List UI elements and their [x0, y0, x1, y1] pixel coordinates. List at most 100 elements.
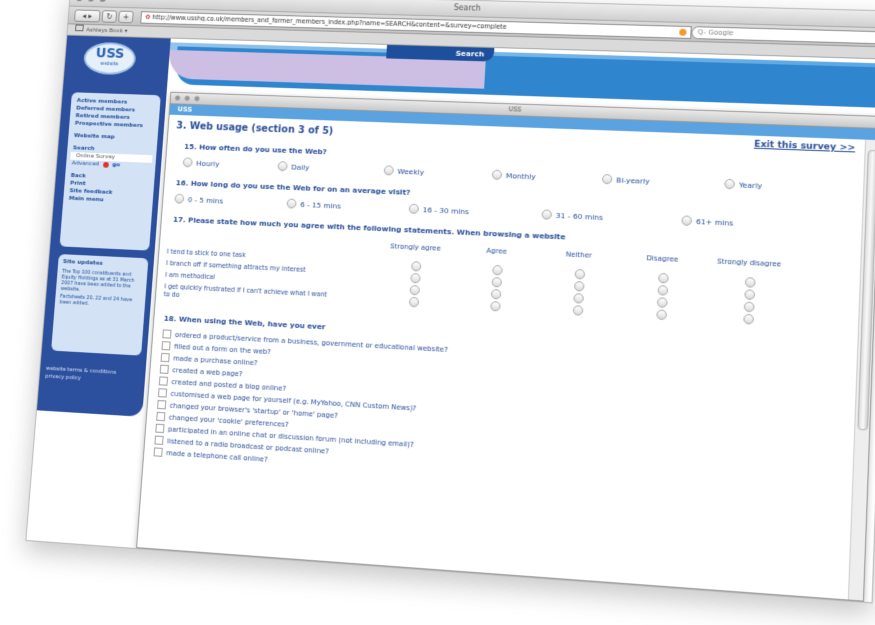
checkbox-icon[interactable]: [161, 341, 171, 351]
likert-radio-icon[interactable]: [408, 296, 420, 308]
likert-radio-icon[interactable]: [574, 268, 586, 280]
site-page: Search USS website Active members Deferr…: [26, 35, 875, 603]
q16-option[interactable]: 16 - 30 mins: [408, 203, 470, 216]
checkbox-icon[interactable]: [160, 352, 170, 363]
checkbox-icon[interactable]: [158, 376, 169, 386]
checkbox-icon[interactable]: [162, 329, 172, 339]
back-forward-buttons[interactable]: ◂ ▸: [73, 9, 101, 23]
radio-icon[interactable]: [286, 198, 297, 209]
q17-column-header: Disagree: [646, 254, 679, 264]
site-update-2[interactable]: Factsheets 20, 22 and 24 have been added…: [59, 294, 140, 310]
checkbox-icon[interactable]: [155, 423, 165, 434]
q17-column-header: Strongly disagree: [716, 257, 782, 269]
likert-radio-icon[interactable]: [743, 301, 755, 313]
likert-radio-icon[interactable]: [744, 277, 756, 288]
q15-option[interactable]: Daily: [277, 161, 310, 172]
sidebar-nav: Active members Deferred members Retired …: [59, 92, 161, 251]
likert-radio-icon[interactable]: [658, 272, 669, 284]
radio-icon[interactable]: [408, 203, 420, 214]
q15-option[interactable]: Bi-yearly: [601, 173, 651, 186]
radio-icon[interactable]: [601, 173, 613, 185]
q16-option[interactable]: 31 - 60 mins: [541, 209, 603, 222]
q16-option-label: 0 - 5 mins: [187, 194, 224, 205]
likert-radio-icon[interactable]: [491, 277, 503, 288]
checkbox-icon[interactable]: [153, 447, 163, 457]
q16-option-label: 31 - 60 mins: [555, 210, 604, 222]
q15-option[interactable]: Hourly: [182, 157, 220, 169]
reload-button[interactable]: ↻: [101, 10, 118, 23]
q15-option[interactable]: Yearly: [724, 178, 763, 191]
q18-item-label: made a purchase online?: [172, 354, 258, 367]
checkbox-icon[interactable]: [154, 435, 164, 445]
q17-statement: I tend to stick to one task: [166, 247, 247, 260]
likert-radio-icon[interactable]: [744, 289, 756, 301]
radio-icon[interactable]: [277, 161, 288, 172]
uss-logo[interactable]: USS website: [82, 41, 137, 76]
radio-icon[interactable]: [681, 215, 693, 226]
go-dot-icon[interactable]: [102, 161, 109, 168]
footer-links: website terms & conditions privacy polic…: [45, 365, 117, 385]
radio-icon[interactable]: [383, 165, 394, 176]
radio-icon[interactable]: [174, 193, 185, 204]
likert-radio-icon[interactable]: [657, 285, 669, 296]
likert-radio-icon[interactable]: [573, 293, 584, 304]
checkbox-icon[interactable]: [159, 364, 169, 374]
q16-option-label: 16 - 30 mins: [422, 204, 470, 216]
q15-title: 15. How often do you use the Web?: [183, 142, 328, 157]
section-title: 3. Web usage (section 3 of 5): [175, 120, 334, 138]
likert-radio-icon[interactable]: [572, 305, 584, 316]
q17-column-header: Strongly agree: [389, 242, 442, 253]
q16-option-label: 61+ mins: [695, 216, 734, 228]
q17-statement: I am methodical: [164, 270, 216, 282]
exit-survey-link[interactable]: Exit this survey >>: [754, 140, 856, 154]
likert-radio-icon[interactable]: [409, 284, 421, 296]
q17-statement: to do: [163, 290, 180, 299]
q16-option-label: 6 - 15 mins: [299, 199, 342, 211]
bookmark-folder[interactable]: Ashleys Book ▾: [86, 27, 128, 35]
likert-radio-icon[interactable]: [656, 309, 668, 321]
checkbox-icon[interactable]: [157, 400, 167, 410]
rss-icon[interactable]: [679, 28, 687, 36]
bookmarks-icon[interactable]: [75, 24, 84, 32]
likert-radio-icon[interactable]: [656, 297, 668, 308]
q17-column-header: Agree: [486, 246, 508, 256]
q18-item-label: created a web page?: [172, 365, 243, 378]
likert-radio-icon[interactable]: [743, 313, 755, 325]
q17-statement: I get quickly frustrated if I can't achi…: [164, 282, 328, 299]
q15-option-label: Bi-yearly: [615, 175, 651, 186]
site-updates-panel: Site updates The Top 100 constituents an…: [51, 254, 149, 356]
q15-option[interactable]: Weekly: [383, 165, 425, 176]
q16-option[interactable]: 0 - 5 mins: [174, 193, 224, 206]
radio-icon[interactable]: [541, 209, 553, 220]
stage: ● ● ● Search ◂ ▸ ↻ + ✿http://www.usshq.c…: [0, 0, 875, 625]
likert-radio-icon[interactable]: [410, 273, 421, 284]
likert-radio-icon[interactable]: [492, 265, 503, 276]
likert-radio-icon[interactable]: [573, 281, 585, 292]
q16-option[interactable]: 6 - 15 mins: [286, 198, 341, 210]
nav-advanced[interactable]: Advanced: [71, 160, 100, 169]
logo-subtext: website: [100, 61, 119, 68]
radio-icon[interactable]: [491, 169, 503, 180]
site-update-1[interactable]: The Top 100 constituents and Equity Hold…: [61, 269, 143, 296]
q16-option[interactable]: 61+ mins: [681, 215, 734, 228]
likert-radio-icon[interactable]: [411, 261, 422, 272]
likert-radio-icon[interactable]: [490, 300, 501, 312]
q15-option-label: Monthly: [505, 170, 537, 181]
likert-radio-icon[interactable]: [490, 288, 502, 300]
radio-icon[interactable]: [182, 157, 193, 168]
q15-option-label: Daily: [290, 162, 310, 172]
q18-item-label: made a telephone call online?: [165, 448, 268, 464]
survey-content: 3. Web usage (section 3 of 5) Exit this …: [137, 115, 864, 600]
go-button[interactable]: go: [112, 161, 120, 169]
add-bookmark-button[interactable]: +: [118, 10, 134, 24]
q17-title: 17. Please state how much you agree with…: [172, 214, 566, 242]
radio-icon[interactable]: [724, 178, 736, 190]
checkbox-icon[interactable]: [157, 388, 168, 398]
logo-text: USS: [95, 45, 125, 62]
q17-column-header: Neither: [565, 250, 593, 260]
q15-option-label: Hourly: [195, 158, 220, 169]
survey-window-controls[interactable]: ● ● ●: [174, 93, 201, 104]
q15-option[interactable]: Monthly: [491, 169, 537, 182]
checkbox-icon[interactable]: [156, 411, 166, 422]
q15-option-label: Yearly: [738, 179, 763, 190]
